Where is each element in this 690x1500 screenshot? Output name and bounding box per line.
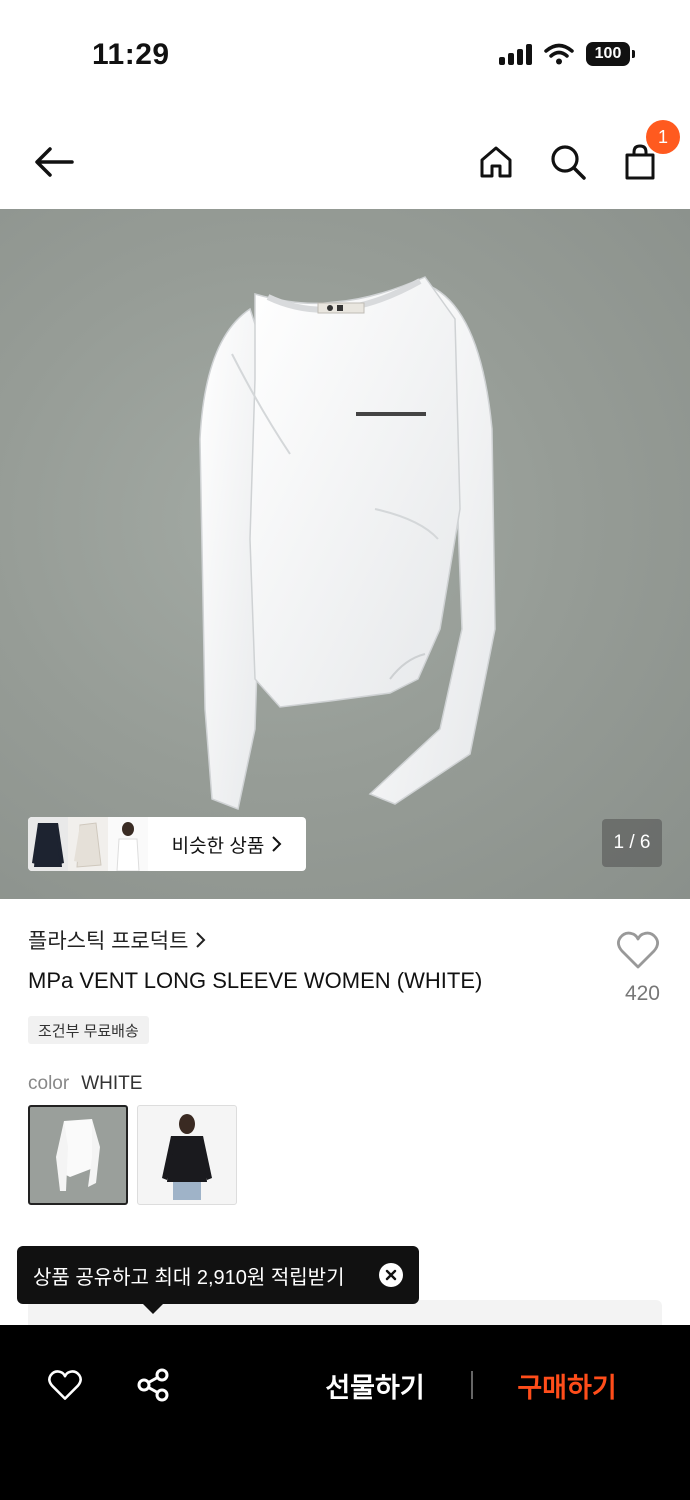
similar-products-button[interactable]: 비슷한 상품 [28, 817, 306, 871]
color-swatch-white[interactable] [28, 1105, 128, 1205]
product-photo [199, 276, 496, 811]
home-button[interactable] [472, 138, 520, 186]
product-name: MPa VENT LONG SLEEVE WOMEN (WHITE) [28, 968, 483, 993]
heart-icon [48, 1370, 82, 1400]
close-icon [385, 1269, 397, 1281]
back-button[interactable] [30, 138, 78, 186]
similar-thumb-2 [68, 817, 108, 871]
shipping-tag: 조건부 무료배송 [28, 1016, 149, 1044]
brand-name: 플라스틱 프로덕트 [28, 930, 189, 953]
similar-thumb-1 [28, 817, 68, 871]
share-icon [137, 1368, 169, 1402]
cart-count-badge: 1 [646, 120, 680, 154]
wishlist-button[interactable] [616, 930, 660, 975]
like-count: 420 [624, 982, 660, 1005]
chevron-right-icon [272, 836, 282, 852]
image-page-indicator: 1 / 6 [602, 819, 662, 867]
cart-button[interactable]: 1 [616, 120, 680, 186]
status-icons: 100 [499, 42, 635, 66]
search-icon [551, 145, 586, 180]
tooltip-close-button[interactable] [379, 1263, 403, 1287]
home-icon [480, 146, 512, 178]
buy-button[interactable]: 구매하기 [492, 1361, 642, 1409]
wifi-icon [544, 43, 574, 65]
signal-icon [499, 43, 532, 65]
tooltip-text: 상품 공유하고 최대 2,910원 적립받기 [33, 1266, 345, 1289]
battery-icon: 100 [586, 42, 635, 66]
color-swatch-black[interactable] [137, 1105, 237, 1205]
status-time: 11:29 [92, 38, 170, 71]
heart-icon [617, 931, 659, 969]
product-image[interactable]: 비슷한 상품 1 / 6 [0, 209, 690, 899]
similar-products-label: 비슷한 상품 [148, 817, 306, 871]
search-button[interactable] [544, 138, 592, 186]
bottom-wishlist-button[interactable] [45, 1365, 85, 1405]
color-label: color [28, 1073, 70, 1094]
brand-link[interactable]: 플라스틱 프로덕트 [28, 925, 206, 955]
chevron-right-icon [196, 932, 206, 948]
bottom-action-bar: 선물하기 구매하기 [0, 1325, 690, 1500]
color-option-row: color WHITE [28, 1073, 142, 1095]
share-reward-tooltip: 상품 공유하고 최대 2,910원 적립받기 [17, 1246, 419, 1314]
arrow-left-icon [35, 147, 74, 177]
top-nav: 1 [0, 110, 690, 210]
share-button[interactable] [133, 1365, 173, 1405]
similar-thumb-3 [108, 817, 148, 871]
gift-button[interactable]: 선물하기 [300, 1361, 450, 1409]
color-value: WHITE [81, 1073, 143, 1094]
button-divider [471, 1371, 473, 1399]
status-bar: 11:29 100 [0, 0, 690, 110]
